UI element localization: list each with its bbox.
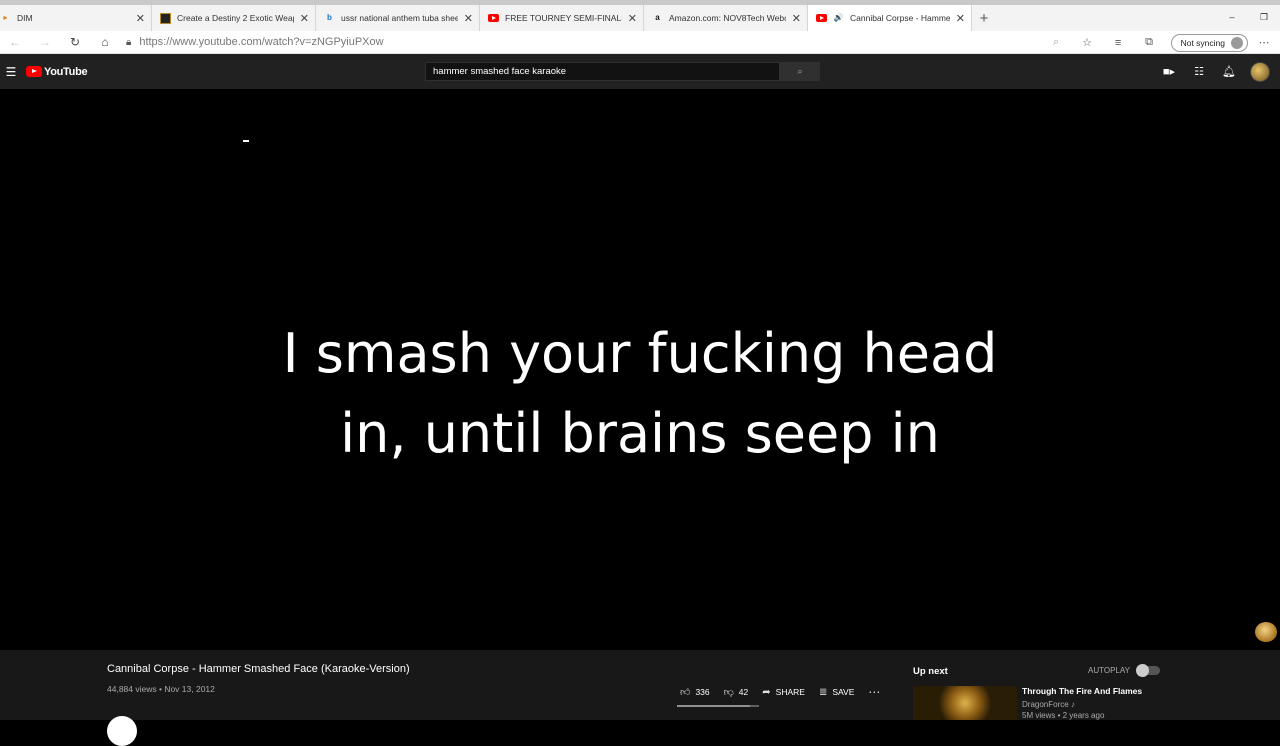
youtube-logo-text: YouTube (44, 65, 88, 78)
address-bar-row: ← → ↻ ⌂ 🔒︎ https://www.youtube.com/watch… (0, 31, 1280, 54)
home-icon[interactable]: ⌂ (90, 31, 120, 54)
like-button[interactable]: 👍︎ 336 (680, 686, 710, 698)
toggle-knob (1135, 664, 1149, 677)
search-button[interactable]: ⌕ (780, 62, 820, 81)
header-actions: ■▸ ☷ 🔔︎ (1154, 54, 1270, 89)
search-icon: ⌕ (797, 66, 803, 76)
address-bar-tools: ⌕ ☆ ≡ ⧉ Not syncing ⋯ (1041, 31, 1274, 54)
channel-avatar[interactable] (107, 716, 137, 746)
close-icon[interactable]: ✕ (300, 12, 309, 25)
tab-title: DIM (17, 13, 33, 23)
rec-thumbnail-art (937, 686, 993, 720)
video-player[interactable]: I smash your fucking head in, until brai… (0, 89, 1280, 650)
up-next-heading: Up next (913, 666, 948, 677)
autoplay-control[interactable]: AUTOPLAY (1088, 664, 1160, 677)
share-label: SHARE (775, 687, 805, 697)
collections-icon[interactable]: ⧉ (1134, 36, 1165, 49)
lyric-text: I smash your fucking head in, until brai… (0, 314, 1280, 474)
video-artifact-mark (243, 140, 249, 142)
more-actions-icon[interactable]: ⋯ (868, 685, 881, 699)
hamburger-menu-icon[interactable]: ☰ (0, 65, 22, 79)
dislike-button[interactable]: 👎︎ 42 (724, 686, 749, 698)
zoom-icon[interactable]: ⌕ (1041, 36, 1072, 49)
video-title: Cannibal Corpse - Hammer Smashed Face (K… (107, 663, 410, 675)
autoplay-toggle[interactable] (1135, 664, 1160, 677)
tab-title: Amazon.com: NOV8Tech Webca (669, 13, 786, 23)
youtube-icon (816, 13, 827, 24)
square-logo-icon (160, 12, 171, 24)
search-bar: hammer smashed face karaoke ⌕ (425, 62, 820, 81)
new-tab-button[interactable]: + (972, 5, 996, 31)
like-count: 336 (695, 687, 710, 697)
save-button[interactable]: ≣ SAVE (819, 687, 854, 698)
rec-meta: 5M views • 2 years ago (1022, 711, 1105, 720)
speaker-icon[interactable]: 🔊 (833, 13, 844, 24)
sync-button[interactable]: Not syncing (1170, 33, 1248, 52)
close-icon[interactable]: ✕ (136, 12, 145, 25)
apps-grid-icon[interactable]: ☷ (1184, 65, 1214, 78)
favorites-icon[interactable]: ≡ (1103, 37, 1134, 49)
rec-channel[interactable]: DragonForce ♪ (1022, 700, 1075, 709)
thumbs-up-icon: 👍︎ (680, 687, 691, 698)
youtube-logo[interactable]: YouTube (26, 65, 88, 78)
youtube-logo-icon (26, 66, 42, 77)
star-icon[interactable]: ☆ (1072, 36, 1103, 49)
close-icon[interactable]: ✕ (628, 12, 637, 25)
restore-icon[interactable]: ❐ (1248, 9, 1280, 25)
thumbs-down-icon: 👎︎ (723, 687, 734, 698)
minimize-icon[interactable]: – (1216, 9, 1248, 25)
youtube-header: ☰ YouTube hammer smashed face karaoke ⌕ … (0, 54, 1280, 89)
share-arrow-icon: ➦ (762, 686, 771, 698)
account-avatar[interactable] (1250, 61, 1270, 82)
browser-tab-strip: ▸ DIM ✕ Create a Destiny 2 Exotic Weapo … (0, 0, 1280, 31)
browser-tab-dim[interactable]: ▸ DIM ✕ (0, 5, 152, 31)
tab-title: Cannibal Corpse - Hamme (850, 13, 950, 23)
back-arrow-icon[interactable]: ← (0, 31, 30, 54)
lyric-line-1: I smash your fucking head (282, 322, 998, 385)
browser-tab-amazon[interactable]: a Amazon.com: NOV8Tech Webca ✕ (644, 5, 808, 31)
search-input[interactable]: hammer smashed face karaoke (425, 62, 780, 81)
dislike-count: 42 (738, 687, 749, 697)
more-menu-icon[interactable]: ⋯ (1254, 36, 1274, 49)
create-video-icon[interactable]: ■▸ (1154, 65, 1184, 78)
close-icon[interactable]: ✕ (956, 12, 965, 25)
tab-title: FREE TOURNEY SEMI-FINALS - H (505, 13, 622, 23)
youtube-icon (488, 13, 499, 24)
playlist-add-icon: ≣ (818, 686, 828, 698)
notifications-bell-icon[interactable]: 🔔︎ (1214, 65, 1244, 78)
share-button[interactable]: ➦ SHARE (762, 687, 805, 698)
save-label: SAVE (832, 687, 855, 697)
profile-avatar-icon (1231, 36, 1243, 49)
video-actions: 👍︎ 336 👎︎ 42 ➦ SHARE ≣ SAVE ⋯ (680, 685, 895, 699)
browser-tab-destiny[interactable]: Create a Destiny 2 Exotic Weapo ✕ (152, 5, 316, 31)
autoplay-label: AUTOPLAY (1088, 666, 1130, 675)
browser-tab-tourney[interactable]: FREE TOURNEY SEMI-FINALS - H ✕ (480, 5, 644, 31)
rec-title[interactable]: Through The Fire And Flames (1022, 686, 1142, 696)
like-ratio-bar (677, 705, 759, 707)
amazon-icon: a (655, 13, 660, 22)
tab-title: ussr national anthem tuba sheet (341, 13, 458, 23)
chevron-right-icon: ▸ (3, 13, 8, 22)
bing-icon: b (327, 13, 332, 22)
video-info-section: Cannibal Corpse - Hammer Smashed Face (K… (0, 650, 1280, 746)
tab-title: Create a Destiny 2 Exotic Weapo (177, 13, 294, 23)
forward-arrow-icon[interactable]: → (30, 31, 60, 54)
video-meta: 44,884 views • Nov 13, 2012 (107, 684, 215, 694)
lock-icon[interactable]: 🔒︎ (126, 37, 131, 48)
browser-tab-bing[interactable]: b ussr national anthem tuba sheet ✕ (316, 5, 480, 31)
rec-thumbnail[interactable] (913, 686, 1017, 720)
url-field[interactable]: https://www.youtube.com/watch?v=zNGPyiuP… (139, 36, 383, 48)
lyric-line-2: in, until brains seep in (340, 402, 940, 465)
sync-label: Not syncing (1180, 37, 1225, 48)
close-icon[interactable]: ✕ (792, 12, 801, 25)
close-icon[interactable]: ✕ (464, 12, 473, 25)
browser-tab-cannibal[interactable]: 🔊 Cannibal Corpse - Hamme ✕ (808, 5, 972, 31)
like-ratio-fill (677, 705, 750, 707)
channel-watermark-icon[interactable] (1255, 622, 1277, 642)
refresh-icon[interactable]: ↻ (60, 31, 90, 54)
window-controls: – ❐ (1216, 9, 1280, 25)
